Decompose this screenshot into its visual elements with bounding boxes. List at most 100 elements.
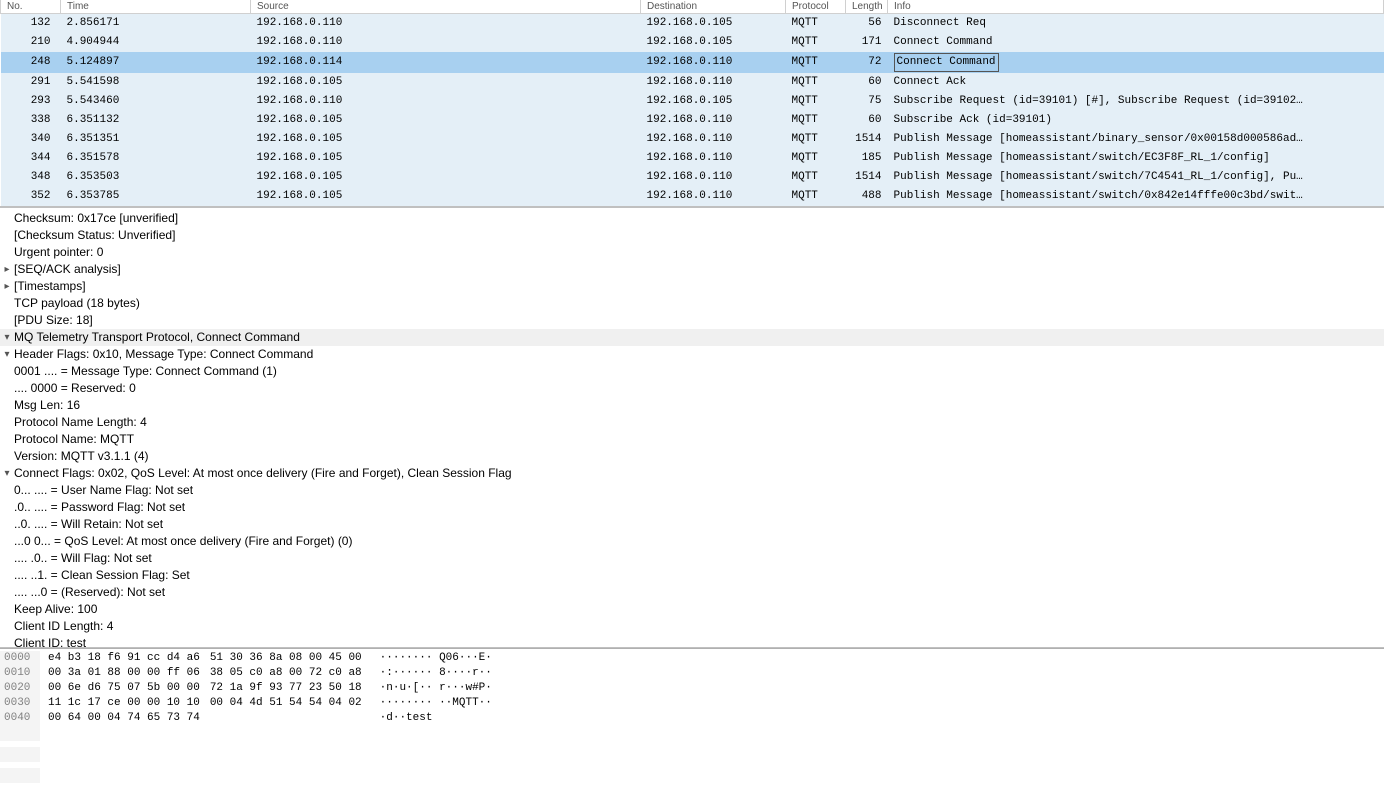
- expand-right-icon[interactable]: ▸: [0, 264, 14, 275]
- hex-offset: 0010: [0, 666, 40, 681]
- hex-ascii: ·d··test: [362, 711, 433, 726]
- cell-destination: 192.168.0.110: [641, 73, 786, 92]
- hex-row[interactable]: 003011 1c 17 ce 00 00 10 1000 04 4d 51 5…: [0, 696, 1384, 711]
- tree-item[interactable]: Checksum: 0x17ce [unverified]: [0, 210, 1384, 227]
- cell-destination: 192.168.0.110: [641, 52, 786, 73]
- tree-item[interactable]: ▸[Timestamps]: [0, 278, 1384, 295]
- tree-item-label: 0001 .... = Message Type: Connect Comman…: [14, 364, 277, 378]
- tree-item-label: Keep Alive: 100: [14, 602, 97, 616]
- tree-item-label: [Checksum Status: Unverified]: [14, 228, 175, 242]
- cell-source: 192.168.0.110: [251, 14, 641, 34]
- tree-item-label: [PDU Size: 18]: [14, 313, 93, 327]
- tree-item[interactable]: ▸[SEQ/ACK analysis]: [0, 261, 1384, 278]
- cell-no: 132: [1, 14, 61, 34]
- tree-item[interactable]: ▾Connect Flags: 0x02, QoS Level: At most…: [0, 465, 1384, 482]
- hex-bytes: 72 1a 9f 93 77 23 50 18: [200, 681, 362, 696]
- tree-item[interactable]: ...0 0... = QoS Level: At most once deli…: [0, 533, 1384, 550]
- cell-destination: 192.168.0.110: [641, 111, 786, 130]
- tree-item[interactable]: Protocol Name Length: 4: [0, 414, 1384, 431]
- cell-time: 2.856171: [61, 14, 251, 34]
- table-row[interactable]: 3486.353503192.168.0.105192.168.0.110MQT…: [1, 168, 1384, 187]
- cell-protocol: MQTT: [786, 111, 846, 130]
- col-time[interactable]: Time: [61, 0, 251, 14]
- tree-item[interactable]: .... 0000 = Reserved: 0: [0, 380, 1384, 397]
- table-row[interactable]: 2104.904944192.168.0.110192.168.0.105MQT…: [1, 33, 1384, 52]
- expand-down-icon[interactable]: ▾: [0, 468, 14, 479]
- table-row[interactable]: 2485.124897192.168.0.114192.168.0.110MQT…: [1, 52, 1384, 73]
- packet-table-header-row[interactable]: No. Time Source Destination Protocol Len…: [1, 0, 1384, 14]
- packet-table[interactable]: No. Time Source Destination Protocol Len…: [0, 0, 1384, 206]
- tree-item[interactable]: [PDU Size: 18]: [0, 312, 1384, 329]
- tree-item-label: Protocol Name Length: 4: [14, 415, 147, 429]
- hex-row[interactable]: 004000 64 00 04 74 65 73 74 ·d··test: [0, 711, 1384, 726]
- expand-right-icon[interactable]: ▸: [0, 281, 14, 292]
- col-info[interactable]: Info: [888, 0, 1384, 14]
- hex-bytes: 00 3a 01 88 00 00 ff 06: [40, 666, 200, 681]
- col-length[interactable]: Length: [846, 0, 888, 14]
- hex-row[interactable]: 001000 3a 01 88 00 00 ff 0638 05 c0 a8 0…: [0, 666, 1384, 681]
- cell-protocol: MQTT: [786, 52, 846, 73]
- cell-destination: 192.168.0.105: [641, 92, 786, 111]
- cell-source: 192.168.0.105: [251, 130, 641, 149]
- tree-item[interactable]: TCP payload (18 bytes): [0, 295, 1384, 312]
- tree-item[interactable]: Urgent pointer: 0: [0, 244, 1384, 261]
- hex-ascii: ·:······ 8····r··: [362, 666, 492, 681]
- tree-item-label: Protocol Name: MQTT: [14, 432, 134, 446]
- col-no[interactable]: No.: [1, 0, 61, 14]
- table-row[interactable]: 1322.856171192.168.0.110192.168.0.105MQT…: [1, 14, 1384, 34]
- tree-item[interactable]: Protocol Name: MQTT: [0, 431, 1384, 448]
- cell-source: 192.168.0.105: [251, 73, 641, 92]
- cell-no: 340: [1, 130, 61, 149]
- tree-item[interactable]: Version: MQTT v3.1.1 (4): [0, 448, 1384, 465]
- expand-down-icon[interactable]: ▾: [0, 349, 14, 360]
- tree-item-label: TCP payload (18 bytes): [14, 296, 140, 310]
- hex-row[interactable]: 002000 6e d6 75 07 5b 00 0072 1a 9f 93 7…: [0, 681, 1384, 696]
- table-row[interactable]: 3526.353785192.168.0.105192.168.0.110MQT…: [1, 187, 1384, 206]
- tree-item[interactable]: ..0. .... = Will Retain: Not set: [0, 516, 1384, 533]
- tree-item[interactable]: Msg Len: 16: [0, 397, 1384, 414]
- table-row[interactable]: 3386.351132192.168.0.105192.168.0.110MQT…: [1, 111, 1384, 130]
- hex-row[interactable]: 0000e4 b3 18 f6 91 cc d4 a651 30 36 8a 0…: [0, 651, 1384, 666]
- tree-item-label: [Timestamps]: [14, 279, 86, 293]
- tree-item[interactable]: .... ..1. = Clean Session Flag: Set: [0, 567, 1384, 584]
- hex-bytes: e4 b3 18 f6 91 cc d4 a6: [40, 651, 200, 666]
- packet-list-pane: No. Time Source Destination Protocol Len…: [0, 0, 1384, 207]
- packet-bytes-pane[interactable]: 0000e4 b3 18 f6 91 cc d4 a651 30 36 8a 0…: [0, 648, 1384, 791]
- tree-item[interactable]: 0001 .... = Message Type: Connect Comman…: [0, 363, 1384, 380]
- cell-info: Publish Message [homeassistant/switch/EC…: [888, 149, 1384, 168]
- tree-item[interactable]: Client ID Length: 4: [0, 618, 1384, 635]
- tree-item[interactable]: .... ...0 = (Reserved): Not set: [0, 584, 1384, 601]
- tree-item-label: .... ..1. = Clean Session Flag: Set: [14, 568, 190, 582]
- cell-time: 6.351351: [61, 130, 251, 149]
- cell-info: Subscribe Ack (id=39101): [888, 111, 1384, 130]
- col-protocol[interactable]: Protocol: [786, 0, 846, 14]
- tree-item[interactable]: 0... .... = User Name Flag: Not set: [0, 482, 1384, 499]
- hex-offset-pad: [0, 726, 40, 741]
- cell-destination: 192.168.0.110: [641, 130, 786, 149]
- tree-item[interactable]: .0.. .... = Password Flag: Not set: [0, 499, 1384, 516]
- table-row[interactable]: 2915.541598192.168.0.105192.168.0.110MQT…: [1, 73, 1384, 92]
- table-row[interactable]: 3446.351578192.168.0.105192.168.0.110MQT…: [1, 149, 1384, 168]
- hex-row-empty: [0, 747, 1384, 768]
- tree-item[interactable]: ▾Header Flags: 0x10, Message Type: Conne…: [0, 346, 1384, 363]
- cell-no: 344: [1, 149, 61, 168]
- tree-item[interactable]: Client ID: test: [0, 635, 1384, 647]
- table-row[interactable]: 2935.543460192.168.0.110192.168.0.105MQT…: [1, 92, 1384, 111]
- packet-details-pane[interactable]: Checksum: 0x17ce [unverified][Checksum S…: [0, 208, 1384, 647]
- col-source[interactable]: Source: [251, 0, 641, 14]
- tree-item[interactable]: Keep Alive: 100: [0, 601, 1384, 618]
- cell-info: Connect Command: [888, 52, 1384, 73]
- tree-item-label: .... ...0 = (Reserved): Not set: [14, 585, 165, 599]
- table-row[interactable]: 3406.351351192.168.0.105192.168.0.110MQT…: [1, 130, 1384, 149]
- col-destination[interactable]: Destination: [641, 0, 786, 14]
- cell-destination: 192.168.0.105: [641, 14, 786, 34]
- tree-item[interactable]: [Checksum Status: Unverified]: [0, 227, 1384, 244]
- cell-length: 1514: [846, 130, 888, 149]
- cell-info: Publish Message [homeassistant/binary_se…: [888, 130, 1384, 149]
- tree-item[interactable]: ▾MQ Telemetry Transport Protocol, Connec…: [0, 329, 1384, 346]
- hex-bytes: 38 05 c0 a8 00 72 c0 a8: [200, 666, 362, 681]
- expand-down-icon[interactable]: ▾: [0, 332, 14, 343]
- cell-length: 60: [846, 111, 888, 130]
- hex-ascii: ·n·u·[·· r···w#P·: [362, 681, 492, 696]
- tree-item[interactable]: .... .0.. = Will Flag: Not set: [0, 550, 1384, 567]
